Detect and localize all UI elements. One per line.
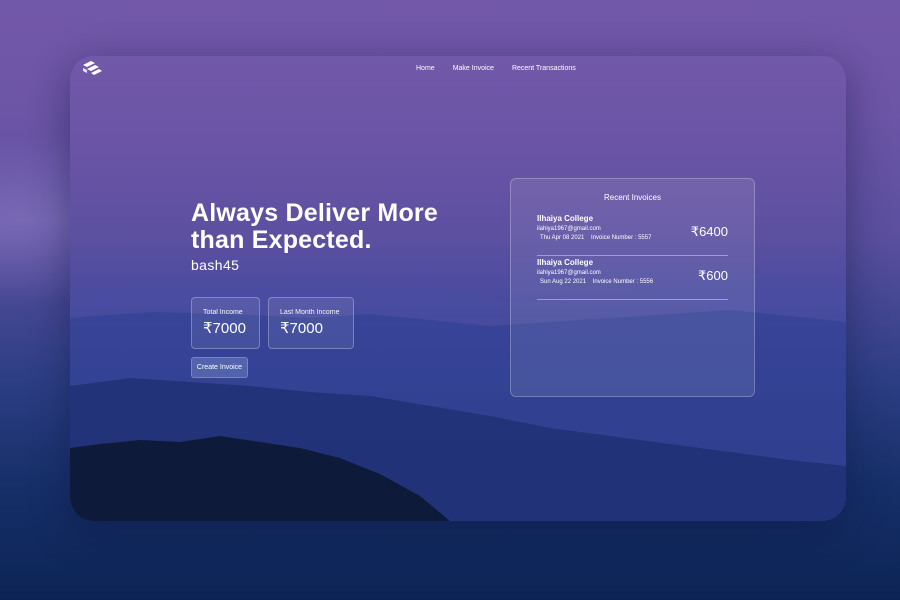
username-label: bash45 — [191, 257, 240, 273]
nav-make-invoice-link[interactable]: Make Invoice — [453, 65, 494, 72]
invoice-number: Invoice Number : 5556 — [592, 279, 654, 285]
stacked-layers-logo-icon[interactable] — [81, 59, 103, 79]
invoice-amount: ₹600 — [698, 268, 728, 283]
hero-title: Always Deliver More than Expected. — [191, 199, 438, 254]
invoice-number: Invoice Number : 5557 — [591, 235, 652, 241]
invoice-client-name: Ilhaiya College — [537, 258, 594, 267]
nav-home-link[interactable]: Home — [416, 65, 435, 72]
recent-invoices-title: Recent Invoices — [604, 193, 661, 202]
invoice-client-email: ilahiya1967@gmail.com — [537, 270, 601, 276]
last-month-income-value: ₹7000 — [280, 320, 323, 337]
invoice-list: Ilhaiya College ilahiya1967@gmail.com Th… — [511, 212, 754, 300]
invoice-date: Thu Apr 08 2021 — [540, 235, 585, 241]
total-income-card: Total Income ₹7000 — [191, 297, 260, 349]
top-nav: Home Make Invoice Recent Transactions — [416, 65, 576, 72]
create-invoice-button[interactable]: Create Invoice — [191, 357, 248, 378]
invoice-date: Sun Aug 22 2021 — [540, 279, 587, 285]
income-stats: Total Income ₹7000 Last Month Income ₹70… — [191, 297, 354, 349]
recent-invoices-panel: Recent Invoices Ilhaiya College ilahiya1… — [510, 178, 755, 397]
invoice-amount: ₹6400 — [690, 224, 728, 239]
invoice-meta: Sun Aug 22 2021 Invoice Number : 5556 — [540, 279, 653, 285]
invoice-item[interactable]: Ilhaiya College ilahiya1967@gmail.com Su… — [537, 256, 728, 300]
invoice-item[interactable]: Ilhaiya College ilahiya1967@gmail.com Th… — [537, 212, 728, 256]
hero-section: Always Deliver More than Expected. bash4… — [191, 199, 491, 274]
total-income-label: Total Income — [203, 309, 243, 316]
invoice-client-email: ilahiya1967@gmail.com — [537, 226, 601, 232]
total-income-value: ₹7000 — [203, 320, 246, 337]
nav-recent-transactions-link[interactable]: Recent Transactions — [512, 65, 576, 72]
invoice-client-name: Ilhaiya College — [537, 214, 594, 223]
main-card: Home Make Invoice Recent Transactions Al… — [70, 56, 846, 521]
last-month-income-card: Last Month Income ₹7000 — [268, 297, 354, 349]
last-month-income-label: Last Month Income — [280, 309, 340, 316]
invoice-meta: Thu Apr 08 2021 Invoice Number : 5557 — [540, 235, 651, 241]
